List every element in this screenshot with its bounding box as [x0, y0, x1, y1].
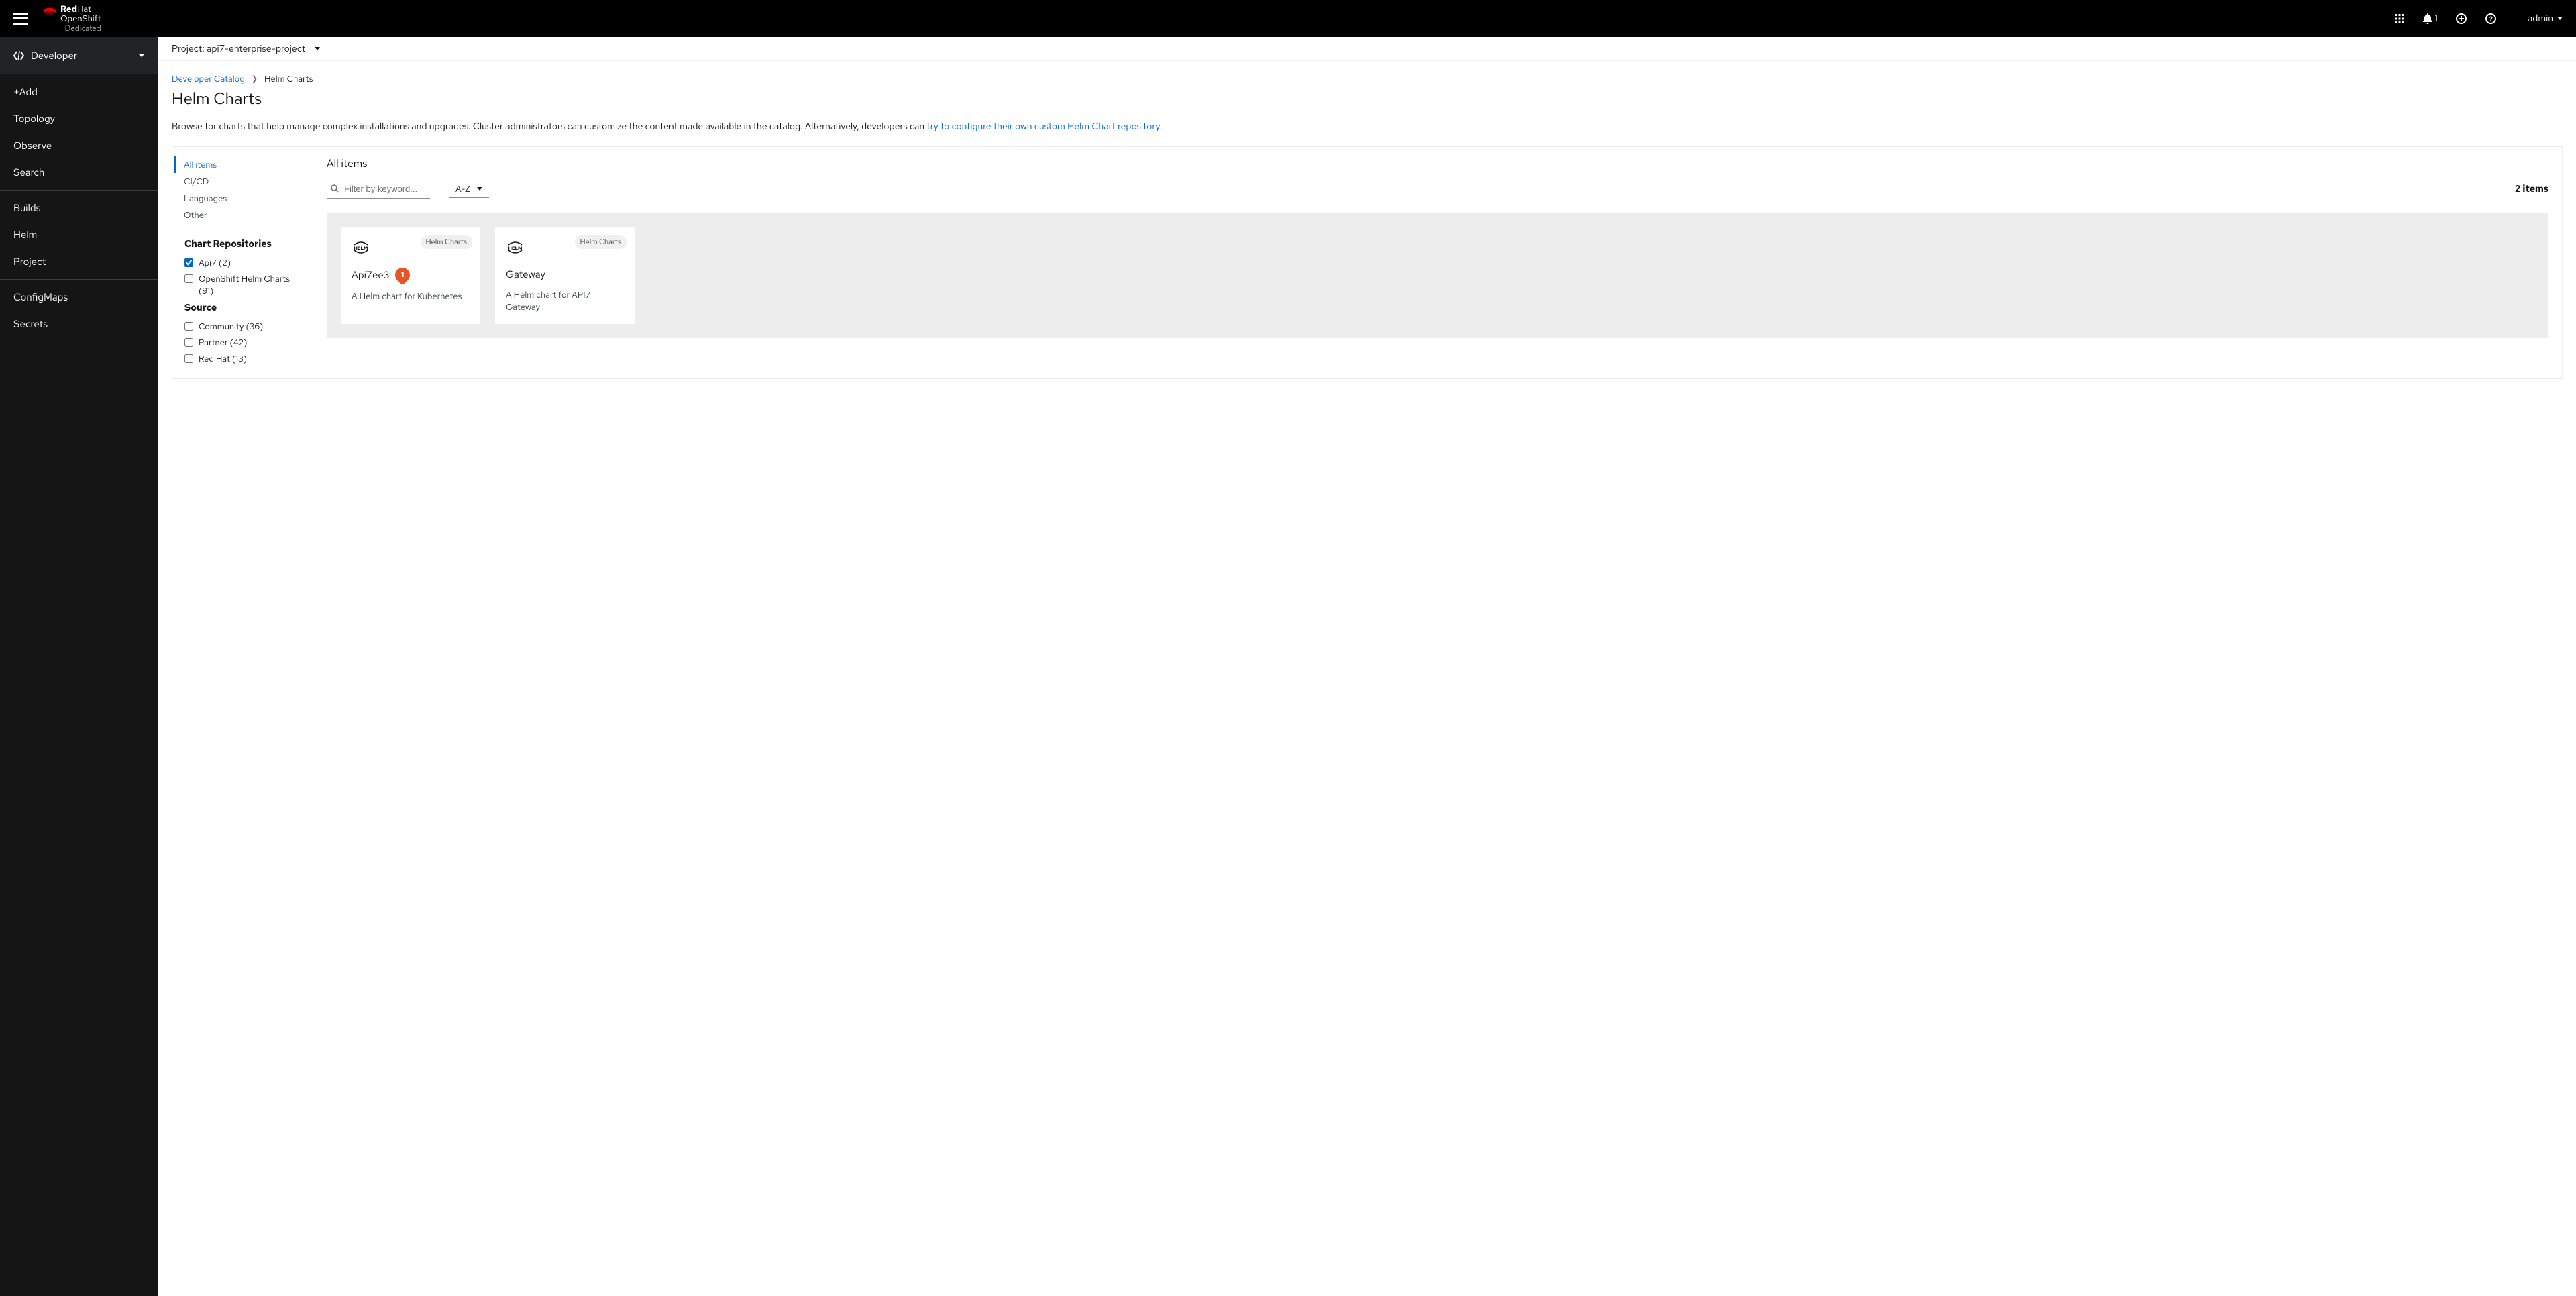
code-icon: [13, 51, 24, 60]
card-title: Api7ee3: [352, 268, 390, 282]
sort-dropdown[interactable]: A-Z: [449, 180, 489, 198]
breadcrumb-root[interactable]: Developer Catalog: [172, 73, 245, 85]
sidebar: Developer +Add Topology Observe Search B…: [0, 37, 158, 1296]
brand-logo[interactable]: RedHat OpenShift Dedicated: [43, 5, 101, 33]
results-toolbar: A-Z 2 items: [327, 180, 2548, 199]
nav-toggle-button[interactable]: [13, 13, 28, 25]
user-menu[interactable]: admin: [2514, 13, 2563, 25]
source-heading: Source: [184, 302, 301, 314]
perspective-switcher[interactable]: Developer: [0, 37, 158, 74]
chevron-right-icon: ❯: [252, 74, 258, 84]
perspective-label: Developer: [31, 49, 77, 62]
filter-source-redhat[interactable]: Red Hat (13): [184, 353, 301, 365]
filter-type-cicd[interactable]: CI/CD: [174, 173, 301, 190]
topbar: RedHat OpenShift Dedicated 1 ? admin: [0, 0, 2576, 37]
item-count: 2 items: [2515, 183, 2548, 195]
filter-repo-api7[interactable]: Api7 (2): [184, 257, 301, 269]
chart-repos-heading: Chart Repositories: [184, 238, 301, 250]
import-button[interactable]: [2455, 13, 2467, 25]
chart-card-gateway[interactable]: Helm Charts HELM Gateway A Helm chart fo…: [494, 227, 635, 325]
help-button[interactable]: ?: [2485, 13, 2497, 25]
redhat-icon: [43, 6, 58, 18]
nav-helm[interactable]: Helm: [0, 221, 158, 248]
card-description: A Helm chart for API7 Gateway: [506, 289, 624, 313]
nav-observe[interactable]: Observe: [0, 132, 158, 159]
svg-text:?: ?: [2489, 15, 2493, 24]
apps-icon[interactable]: [2394, 13, 2406, 25]
results-panel: All items A-Z 2 items: [313, 147, 2562, 378]
main: Project: api7-enterprise-project Develop…: [158, 37, 2576, 1296]
card-description: A Helm chart for Kubernetes: [352, 290, 470, 303]
nav-builds[interactable]: Builds: [0, 195, 158, 221]
filter-source-community[interactable]: Community (36): [184, 321, 301, 333]
filter-type-other[interactable]: Other: [174, 207, 301, 223]
nav-add[interactable]: +Add: [0, 78, 158, 105]
notifications-button[interactable]: 1: [2423, 13, 2438, 25]
bell-icon: [2423, 13, 2432, 24]
cards-container: Helm Charts HELM Api7ee3 1 A Helm chart …: [327, 213, 2548, 338]
configure-helm-repo-link[interactable]: try to configure their own custom Helm C…: [926, 121, 1159, 133]
filter-source-community-checkbox[interactable]: [184, 322, 193, 331]
help-icon: ?: [2485, 13, 2496, 24]
chart-card-api7ee3[interactable]: Helm Charts HELM Api7ee3 1 A Helm chart …: [340, 227, 481, 325]
caret-down-icon: [477, 187, 482, 191]
page-description: Browse for charts that help manage compl…: [172, 120, 2563, 134]
filter-search: [327, 180, 430, 199]
nav-configmaps[interactable]: ConfigMaps: [0, 284, 158, 311]
user-name: admin: [2528, 13, 2553, 25]
filter-repo-openshift-checkbox[interactable]: [184, 274, 193, 283]
filter-search-input[interactable]: [327, 180, 430, 199]
nav-search[interactable]: Search: [0, 159, 158, 186]
plus-circle-icon: [2456, 13, 2467, 24]
filter-repo-api7-checkbox[interactable]: [184, 258, 193, 267]
chevron-down-icon: [138, 54, 145, 58]
card-title: Gateway: [506, 268, 545, 281]
filter-type-all[interactable]: All items: [174, 156, 301, 173]
card-badge: Helm Charts: [421, 235, 472, 249]
filter-repo-openshift[interactable]: OpenShift Helm Charts (91): [184, 273, 301, 297]
notifications-count: 1: [2435, 13, 2438, 25]
nav-secrets[interactable]: Secrets: [0, 311, 158, 337]
filter-source-partner[interactable]: Partner (42): [184, 337, 301, 349]
svg-text:HELM: HELM: [354, 246, 368, 252]
filter-type-languages[interactable]: Languages: [174, 190, 301, 207]
breadcrumb: Developer Catalog ❯ Helm Charts: [172, 73, 2563, 85]
breadcrumb-current: Helm Charts: [264, 73, 313, 85]
nav-topology[interactable]: Topology: [0, 105, 158, 132]
search-icon: [331, 184, 339, 196]
filter-source-partner-checkbox[interactable]: [184, 338, 193, 347]
catalog: All items CI/CD Languages Other Chart Re…: [172, 146, 2563, 379]
svg-text:HELM: HELM: [508, 246, 522, 252]
caret-down-icon: [315, 47, 320, 51]
card-badge: Helm Charts: [575, 235, 627, 249]
nav-project[interactable]: Project: [0, 248, 158, 275]
caret-down-icon: [2557, 17, 2563, 21]
filters-panel: All items CI/CD Languages Other Chart Re…: [172, 147, 313, 378]
filter-source-redhat-checkbox[interactable]: [184, 354, 193, 363]
project-bar: Project: api7-enterprise-project: [158, 37, 2576, 61]
annotation-badge: 1: [392, 264, 413, 285]
project-dropdown[interactable]: Project: api7-enterprise-project: [172, 43, 320, 55]
results-heading: All items: [327, 156, 2548, 170]
page-title: Helm Charts: [172, 89, 2563, 109]
